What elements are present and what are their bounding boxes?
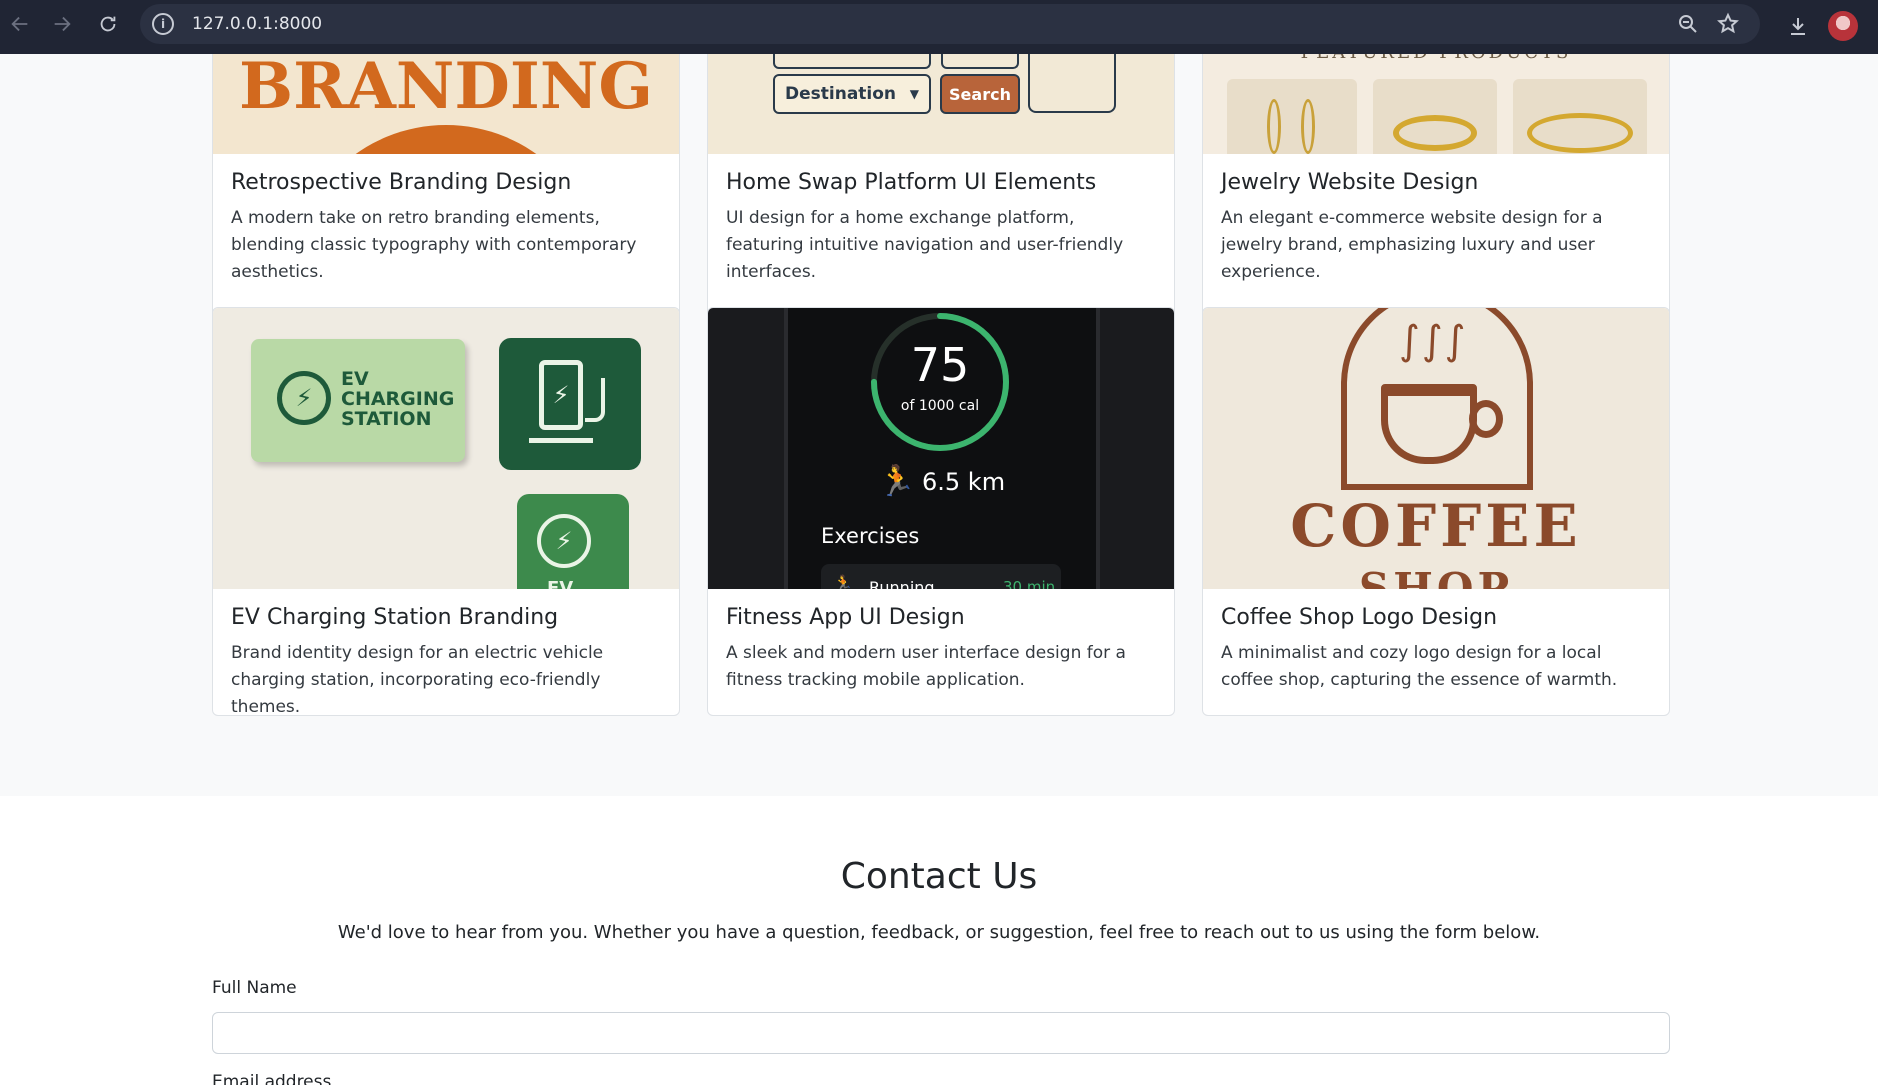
pump-base xyxy=(529,438,593,443)
ev-sign-line: STATION xyxy=(341,408,432,430)
site-info-icon[interactable]: i xyxy=(152,13,174,35)
project-thumbnail: 75 of 1000 cal 🏃 6.5 km Exercises 🏃 Runn… xyxy=(708,308,1174,589)
project-title: Fitness App UI Design xyxy=(726,605,965,630)
forward-button[interactable] xyxy=(42,4,82,44)
zoom-icon[interactable] xyxy=(1676,12,1700,36)
plug-icon xyxy=(585,378,605,422)
leaf-bolt-icon: ⚡ xyxy=(277,371,331,425)
mock-destination-select: Destination ▼ xyxy=(773,74,931,114)
project-description: A modern take on retro branding elements… xyxy=(231,208,637,282)
ev-sign-text: EV CHARGING STATION xyxy=(341,369,454,429)
contact-title: Contact Us xyxy=(840,856,1038,897)
profile-avatar[interactable] xyxy=(1828,11,1858,41)
project-title: Coffee Shop Logo Design xyxy=(1221,605,1498,630)
charging-pump-icon: ⚡ xyxy=(539,360,583,430)
thumbnail-heading: FEATURED PRODUCTS xyxy=(1203,54,1669,63)
project-title: EV Charging Station Branding xyxy=(231,605,559,630)
exercises-heading: Exercises xyxy=(821,524,920,548)
sun-shape xyxy=(291,125,601,154)
project-thumbnail: FEATURED PRODUCTS xyxy=(1203,54,1669,154)
browser-toolbar: i 127.0.0.1:8000 xyxy=(0,0,1878,54)
mock-select-label: Destination xyxy=(785,84,897,104)
url-text: 127.0.0.1:8000 xyxy=(192,14,323,34)
product-tile xyxy=(1513,79,1647,154)
ev-sign-line: CHARGING xyxy=(341,388,455,410)
ev-sign: ⚡ EV CHARGING STATION xyxy=(251,339,465,462)
leaf-bolt-icon: ⚡ xyxy=(537,514,591,568)
coffee-cup-icon xyxy=(1381,384,1477,464)
project-title: Home Swap Platform UI Elements xyxy=(726,170,1097,195)
project-card[interactable]: Destination ▼ Search Home Swap Platform … xyxy=(707,54,1175,334)
project-description: A minimalist and cozy logo design for a … xyxy=(1221,643,1618,690)
distance-value: 6.5 km xyxy=(922,468,1006,496)
shop-word: SHOP xyxy=(1358,564,1514,589)
ev-pump-text: EV xyxy=(547,578,574,589)
bracelet-icon xyxy=(1527,113,1633,153)
ring-subtext: of 1000 cal xyxy=(900,398,980,414)
project-description: UI design for a home exchange platform, … xyxy=(726,208,1124,282)
ring-icon xyxy=(1393,115,1477,151)
product-tile xyxy=(1227,79,1357,154)
project-thumbnail: Destination ▼ Search xyxy=(708,54,1174,154)
reload-icon xyxy=(100,16,116,32)
ev-pump: ⚡ EV xyxy=(517,494,629,589)
contact-lead: We'd love to hear from you. Whether you … xyxy=(337,922,1541,943)
earring-icon xyxy=(1267,99,1281,154)
project-card[interactable]: ⚡ EV CHARGING STATION ⚡ ⚡ EV EV Charging… xyxy=(212,307,680,716)
cup-handle xyxy=(1469,400,1503,438)
exercise-time: 30 min xyxy=(1003,578,1056,589)
mock-input xyxy=(773,54,931,69)
coffee-word: COFFEE xyxy=(1290,492,1582,560)
project-thumbnail: BRANDING xyxy=(213,54,679,154)
project-card[interactable]: FEATURED PRODUCTS Jewelry Website Design… xyxy=(1202,54,1670,334)
running-icon: 🏃 xyxy=(833,574,853,589)
project-thumbnail: ∫∫∫ COFFEE SHOP xyxy=(1203,308,1669,589)
arrow-left-icon xyxy=(11,16,28,32)
back-button[interactable] xyxy=(0,4,40,44)
download-icon[interactable] xyxy=(1786,14,1810,38)
mock-input xyxy=(941,54,1019,69)
ev-sign-line: EV xyxy=(341,368,369,390)
caret-down-icon: ▼ xyxy=(909,87,919,101)
project-description: A sleek and modern user interface design… xyxy=(726,643,1126,690)
email-label: Email address xyxy=(212,1072,332,1085)
mock-button-label: Search xyxy=(949,84,1011,104)
contact-section: Contact Us We'd love to hear from you. W… xyxy=(0,796,1878,1085)
arch-base xyxy=(1341,484,1533,490)
earring-icon xyxy=(1301,99,1315,154)
project-thumbnail: ⚡ EV CHARGING STATION ⚡ ⚡ EV xyxy=(213,308,679,589)
full-name-label: Full Name xyxy=(212,978,297,998)
project-title: Jewelry Website Design xyxy=(1221,170,1479,195)
full-name-input[interactable] xyxy=(212,1012,1670,1054)
project-title: Retrospective Branding Design xyxy=(231,170,572,195)
reload-button[interactable] xyxy=(88,4,128,44)
project-card[interactable]: ∫∫∫ COFFEE SHOP Coffee Shop Logo Design … xyxy=(1202,307,1670,716)
project-card[interactable]: BRANDING Retrospective Branding Design A… xyxy=(212,54,680,334)
mock-box xyxy=(1028,54,1116,113)
ring-value: 75 xyxy=(910,338,970,392)
address-bar[interactable]: i 127.0.0.1:8000 xyxy=(140,4,1760,44)
thumbnail-text: BRANDING xyxy=(238,54,654,124)
project-description: An elegant e-commerce website design for… xyxy=(1221,208,1603,282)
project-description: Brand identity design for an electric ve… xyxy=(231,643,604,716)
exercise-name: Running xyxy=(869,578,935,589)
mock-search-button: Search xyxy=(940,74,1020,114)
page-content: BRANDING Retrospective Branding Design A… xyxy=(0,54,1878,1085)
portfolio-section: BRANDING Retrospective Branding Design A… xyxy=(0,54,1878,796)
arrow-right-icon xyxy=(54,16,71,32)
product-tile xyxy=(1373,79,1497,154)
project-card[interactable]: 75 of 1000 cal 🏃 6.5 km Exercises 🏃 Runn… xyxy=(707,307,1175,716)
exercise-row: 🏃 Running 30 min xyxy=(821,564,1061,589)
running-icon: 🏃 xyxy=(878,464,916,499)
charger-tile: ⚡ xyxy=(499,338,641,470)
steam-icon: ∫∫∫ xyxy=(1399,318,1468,364)
bookmark-star-icon[interactable] xyxy=(1716,12,1740,36)
